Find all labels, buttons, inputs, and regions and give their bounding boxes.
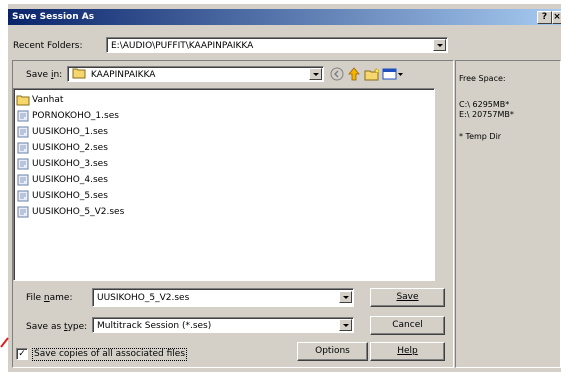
- save-button[interactable]: Save: [370, 288, 445, 307]
- chevron-down-icon[interactable]: [309, 68, 322, 80]
- file-item[interactable]: UUSIKOHO_5.ses: [14, 188, 434, 204]
- file-item-label: UUSIKOHO_5_V2.ses: [32, 207, 125, 217]
- help-button[interactable]: ?: [537, 11, 552, 24]
- drive-c-space: C:\ 6295MB*: [459, 100, 510, 109]
- save-in-label: Save in:: [26, 70, 63, 80]
- save-as-type-label: Save as type:: [26, 322, 88, 332]
- free-space-title: Free Space:: [459, 74, 506, 83]
- session-file-icon: [17, 142, 29, 154]
- session-file-icon: [17, 206, 29, 218]
- up-folder-icon[interactable]: [346, 67, 362, 81]
- file-item-label: UUSIKOHO_4.ses: [32, 175, 108, 185]
- folder-item[interactable]: Vanhat: [14, 92, 434, 108]
- help-dialog-button[interactable]: Help: [370, 342, 445, 361]
- session-file-icon: [17, 190, 29, 202]
- close-button[interactable]: ×: [552, 11, 561, 24]
- dialog-title: Save Session As: [12, 12, 95, 22]
- file-item[interactable]: UUSIKOHO_4.ses: [14, 172, 434, 188]
- file-item[interactable]: PORNOKOHO_1.ses: [14, 108, 434, 124]
- back-icon[interactable]: [329, 67, 345, 81]
- temp-dir-note: * Temp Dir: [459, 132, 502, 141]
- recent-folders-combo[interactable]: E:\AUDIO\PUFFIT\KAAPINPAIKKA: [106, 37, 448, 53]
- save-in-combo[interactable]: KAAPINPAIKKA: [67, 66, 324, 82]
- file-item-label: PORNOKOHO_1.ses: [32, 111, 119, 121]
- title-bar[interactable]: Save Session As ? ×: [8, 9, 561, 25]
- file-item-label: UUSIKOHO_1.ses: [32, 127, 108, 137]
- file-item-label: UUSIKOHO_3.ses: [32, 159, 108, 169]
- options-button[interactable]: Options: [297, 342, 368, 361]
- folder-icon: [16, 95, 30, 106]
- save-in-value: KAAPINPAIKKA: [90, 70, 156, 80]
- new-folder-icon[interactable]: [364, 67, 380, 81]
- file-name-value: UUSIKOHO_5_V2.ses: [97, 293, 190, 303]
- file-list[interactable]: Vanhat PORNOKOHO_1.ses UUSIKOHO_1.ses UUSIK…: [13, 88, 435, 281]
- recent-folders-label: Recent Folders:: [13, 41, 83, 51]
- view-menu-icon[interactable]: [382, 67, 404, 81]
- file-item[interactable]: UUSIKOHO_5_V2.ses: [14, 204, 434, 220]
- file-item[interactable]: UUSIKOHO_2.ses: [14, 140, 434, 156]
- save-as-type-value: Multitrack Session (*.ses): [97, 321, 212, 331]
- save-as-type-select[interactable]: Multitrack Session (*.ses): [92, 317, 354, 333]
- file-item[interactable]: UUSIKOHO_1.ses: [14, 124, 434, 140]
- chevron-down-icon[interactable]: [339, 291, 352, 303]
- file-item-label: UUSIKOHO_2.ses: [32, 143, 108, 153]
- session-file-icon: [17, 110, 29, 122]
- folder-icon: [72, 68, 86, 79]
- recent-folders-value: E:\AUDIO\PUFFIT\KAAPINPAIKKA: [111, 41, 254, 51]
- file-item-label: UUSIKOHO_5.ses: [32, 191, 108, 201]
- drive-e-space: E:\ 20757MB*: [459, 110, 514, 119]
- chevron-down-icon[interactable]: [339, 319, 352, 331]
- save-copies-label[interactable]: Save copies of all associated files: [32, 348, 188, 361]
- session-file-icon: [17, 126, 29, 138]
- file-name-label: File name:: [26, 293, 73, 303]
- chevron-down-icon[interactable]: [433, 39, 446, 51]
- red-arrow-icon: [0, 337, 9, 348]
- file-name-input[interactable]: UUSIKOHO_5_V2.ses: [92, 288, 354, 307]
- session-file-icon: [17, 158, 29, 170]
- file-item[interactable]: UUSIKOHO_3.ses: [14, 156, 434, 172]
- save-copies-checkbox[interactable]: ✓: [16, 348, 28, 360]
- session-file-icon: [17, 174, 29, 186]
- cancel-button[interactable]: Cancel: [370, 316, 445, 335]
- file-item-label: Vanhat: [32, 95, 64, 105]
